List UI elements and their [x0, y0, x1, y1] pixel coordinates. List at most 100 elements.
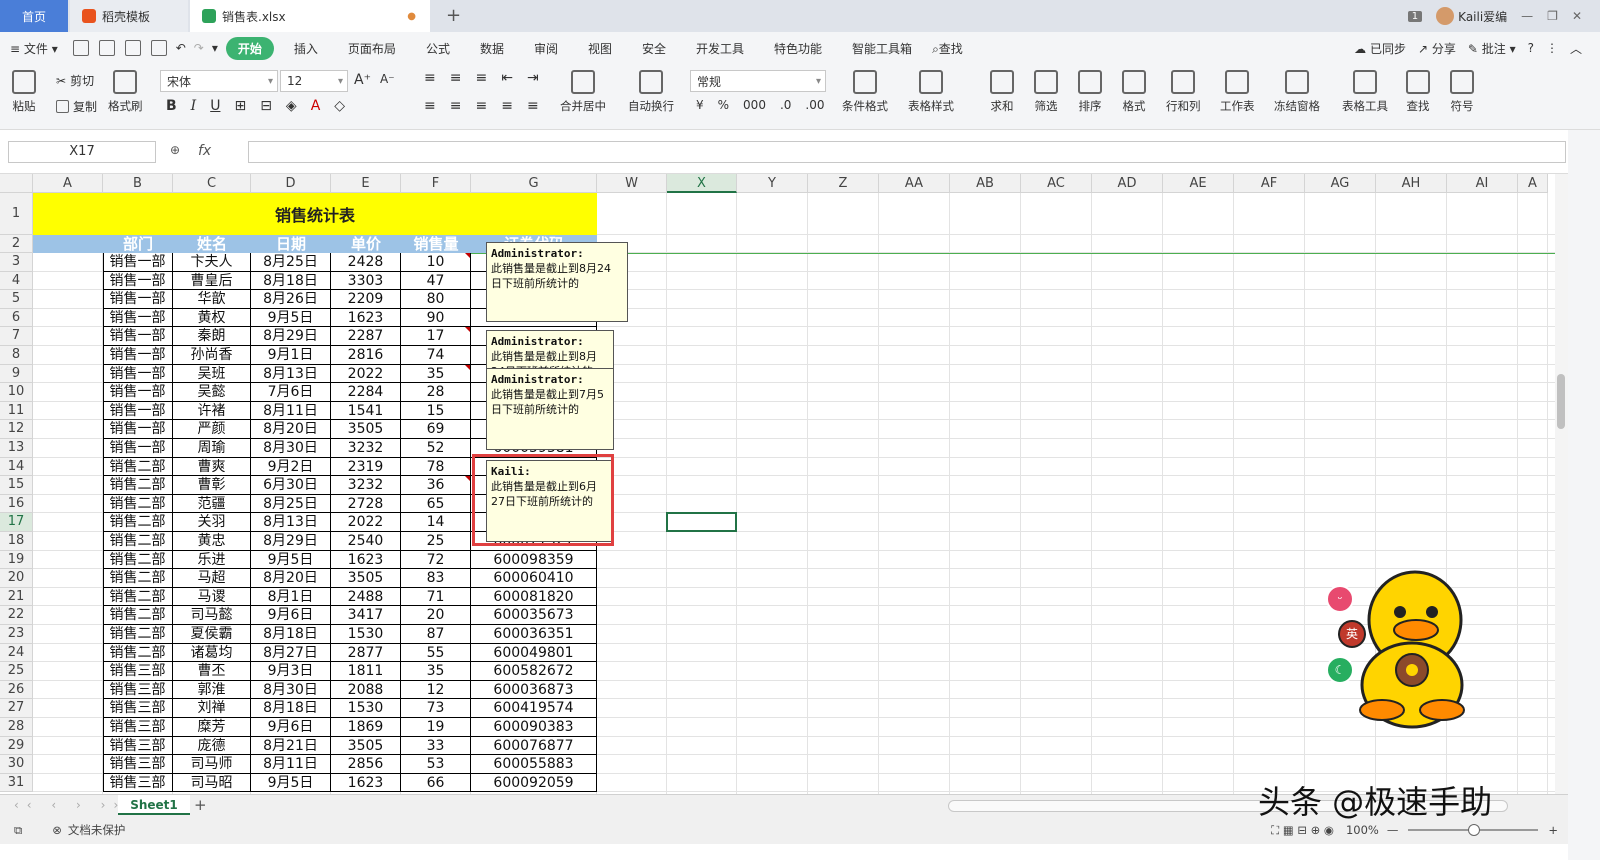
- table-cell[interactable]: 600419574: [471, 699, 597, 718]
- table-cell[interactable]: 曹爽: [173, 457, 251, 477]
- table-cell[interactable]: 35: [401, 662, 471, 681]
- name-box[interactable]: X17: [8, 141, 156, 163]
- zoom-in-icon[interactable]: +: [1548, 823, 1558, 837]
- table-cell[interactable]: 夏侯霸: [173, 625, 251, 644]
- table-cell[interactable]: 9月5日: [251, 550, 331, 570]
- table-cell[interactable]: 3505: [331, 736, 401, 756]
- column-header[interactable]: AB: [950, 174, 1021, 193]
- table-cell[interactable]: 销售二部: [103, 476, 173, 495]
- table-cell[interactable]: 55: [401, 643, 471, 663]
- menu-insert[interactable]: 插入: [284, 40, 328, 57]
- table-cell[interactable]: 1623: [331, 308, 401, 328]
- table-cell[interactable]: 销售一部: [103, 308, 173, 328]
- table-cell[interactable]: 1623: [331, 550, 401, 570]
- table-cell[interactable]: 69: [401, 420, 471, 439]
- user-name[interactable]: Kaili爱编: [1458, 8, 1507, 25]
- table-cell[interactable]: 2540: [331, 532, 401, 551]
- table-cell[interactable]: 8月11日: [251, 401, 331, 421]
- table-cell[interactable]: 销售一部: [103, 439, 173, 458]
- find-button[interactable]: 查找: [1406, 70, 1430, 114]
- comment-box[interactable]: Administrator:此销售量是截止到8月24日下班前所统计的: [486, 330, 614, 370]
- column-header[interactable]: AC: [1021, 174, 1092, 193]
- table-cell[interactable]: 87: [401, 625, 471, 644]
- merge-center-button[interactable]: 合并居中: [560, 70, 606, 114]
- sheet-title[interactable]: 销售统计表: [33, 193, 597, 235]
- table-cell[interactable]: 8月13日: [251, 364, 331, 384]
- sync-button[interactable]: ☁ 已同步: [1354, 40, 1406, 57]
- avatar[interactable]: [1436, 7, 1455, 25]
- justify-icon[interactable]: ≡: [501, 98, 513, 114]
- menu-security[interactable]: 安全: [632, 40, 676, 57]
- menu-page-layout[interactable]: 页面布局: [338, 40, 406, 57]
- table-cell[interactable]: 1541: [331, 401, 401, 421]
- row-header[interactable]: 11: [0, 401, 33, 421]
- preview-icon[interactable]: [150, 40, 167, 56]
- table-cell[interactable]: 销售二部: [103, 606, 173, 625]
- row-header[interactable]: 9: [0, 364, 33, 384]
- freeze-button[interactable]: 冻结窗格: [1274, 70, 1320, 114]
- table-cell[interactable]: 销售三部: [103, 662, 173, 681]
- print-icon[interactable]: [124, 40, 141, 56]
- menu-smart-tools[interactable]: 智能工具箱: [842, 40, 922, 57]
- align-middle-icon[interactable]: ≡: [450, 70, 462, 86]
- restore-icon[interactable]: ❐: [1547, 9, 1558, 23]
- moon-icon[interactable]: ☾: [1326, 656, 1354, 684]
- row-header[interactable]: 1: [0, 193, 33, 235]
- table-cell[interactable]: 吴懿: [173, 383, 251, 402]
- table-cell[interactable]: 销售二部: [103, 532, 173, 551]
- table-cell[interactable]: 销售二部: [103, 513, 173, 532]
- table-cell[interactable]: 秦朗: [173, 327, 251, 346]
- table-cell[interactable]: 15: [401, 401, 471, 421]
- indent-inc-icon[interactable]: ⇥: [527, 70, 539, 86]
- table-cell[interactable]: 9月6日: [251, 606, 331, 625]
- file-menu[interactable]: ≡ 文件 ▾: [0, 40, 68, 57]
- table-cell[interactable]: 范疆: [173, 494, 251, 514]
- row-header[interactable]: 25: [0, 662, 33, 681]
- number-format-select[interactable]: 常规: [690, 70, 826, 92]
- protect-status[interactable]: 文档未保护: [68, 822, 126, 838]
- table-cell[interactable]: 8月1日: [251, 587, 331, 607]
- table-cell[interactable]: 8月25日: [251, 253, 331, 272]
- sum-button[interactable]: 求和: [990, 70, 1014, 114]
- align-right-icon[interactable]: ≡: [475, 98, 487, 114]
- ime-language-toggle[interactable]: 英: [1338, 620, 1366, 648]
- table-cell[interactable]: 华歆: [173, 290, 251, 309]
- column-header[interactable]: F: [401, 174, 471, 193]
- redo-icon[interactable]: ↷: [190, 41, 208, 55]
- cut-button[interactable]: ✂ 剪切: [56, 72, 94, 89]
- tab-file[interactable]: 销售表.xlsx ●: [190, 0, 430, 32]
- table-cell[interactable]: 许褚: [173, 401, 251, 421]
- emoji-icon[interactable]: ᵕ: [1326, 585, 1354, 613]
- column-title[interactable]: 单价: [331, 235, 401, 253]
- table-cell[interactable]: 销售一部: [103, 420, 173, 439]
- table-cell[interactable]: 600582672: [471, 662, 597, 681]
- column-header[interactable]: C: [173, 174, 251, 193]
- distribute-icon[interactable]: ≡: [527, 98, 539, 114]
- table-cell[interactable]: 3232: [331, 439, 401, 458]
- table-cell[interactable]: 8月13日: [251, 513, 331, 532]
- table-cell[interactable]: 销售三部: [103, 755, 173, 774]
- row-header[interactable]: 6: [0, 308, 33, 328]
- table-cell[interactable]: 8月30日: [251, 680, 331, 700]
- comment-box[interactable]: Administrator:此销售量是截止到8月24日下班前所统计的: [486, 242, 628, 322]
- font-grow-icon[interactable]: A⁺: [354, 72, 371, 88]
- table-cell[interactable]: 2856: [331, 755, 401, 774]
- table-cell[interactable]: 销售一部: [103, 364, 173, 384]
- status-doc-icon[interactable]: ⧉: [14, 823, 22, 838]
- sheet-tab[interactable]: Sheet1: [118, 795, 190, 815]
- selected-cell[interactable]: [666, 512, 737, 533]
- column-header[interactable]: A: [1518, 174, 1548, 193]
- table-cell[interactable]: 马超: [173, 569, 251, 588]
- zoom-slider-knob[interactable]: [1468, 824, 1481, 836]
- table-cell[interactable]: 销售三部: [103, 773, 173, 793]
- bold-icon[interactable]: B: [166, 98, 177, 114]
- table-cell[interactable]: 10: [401, 253, 471, 272]
- menu-data[interactable]: 数据: [470, 40, 514, 57]
- column-header[interactable]: AG: [1305, 174, 1376, 193]
- table-cell[interactable]: 销售一部: [103, 383, 173, 402]
- align-center-icon[interactable]: ≡: [450, 98, 462, 114]
- table-cell[interactable]: 销售二部: [103, 494, 173, 514]
- minimize-icon[interactable]: —: [1521, 9, 1533, 23]
- quick-more-icon[interactable]: ▾: [208, 41, 226, 55]
- table-cell[interactable]: 8月18日: [251, 625, 331, 644]
